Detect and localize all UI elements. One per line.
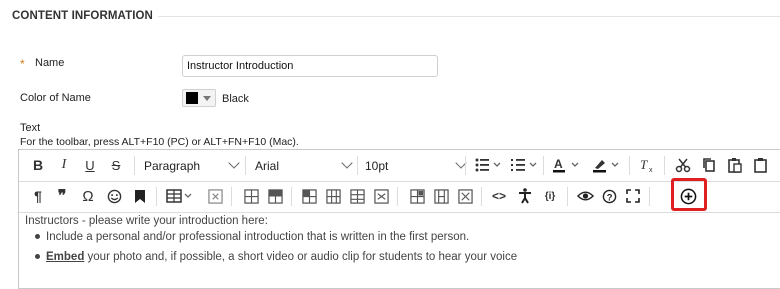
fullscreen-icon[interactable] (623, 187, 643, 205)
required-marker: * (20, 57, 25, 71)
text-label: Text (20, 122, 41, 134)
toolbar-separator (465, 156, 466, 175)
toolbar-hint: For the toolbar, press ALT+F10 (PC) or A… (20, 136, 299, 148)
toolbar-separator (357, 156, 358, 175)
toolbar-separator (481, 187, 482, 206)
bullet-dot (35, 254, 40, 260)
toolbar-separator (397, 187, 398, 206)
section-title: CONTENT INFORMATION (12, 10, 153, 22)
highlight-color-icon[interactable] (591, 156, 623, 174)
paste-icon[interactable] (725, 156, 745, 174)
toolbar-row-2: ¶ ❞ Ω <> {i} ? (19, 181, 780, 213)
color-swatch (186, 92, 198, 104)
numbered-list-icon[interactable] (509, 156, 539, 174)
source-code-icon[interactable]: <> (489, 187, 509, 205)
table-delete-icon[interactable] (205, 187, 225, 205)
svg-text:x: x (649, 167, 653, 173)
table-insert-column-before-icon[interactable] (323, 187, 343, 205)
bold-icon[interactable]: B (29, 156, 47, 174)
bullet-dot (35, 234, 40, 240)
highlight-annotation (671, 178, 707, 211)
toolbar-separator (649, 187, 650, 206)
color-picker-button[interactable] (182, 89, 216, 107)
toolbar-separator (664, 156, 665, 175)
bullet-list-icon[interactable] (473, 156, 503, 174)
table-merge-cells-icon[interactable] (431, 187, 451, 205)
embed-link[interactable]: Embed (46, 251, 84, 263)
toolbar-separator (543, 156, 544, 175)
svg-text:?: ? (606, 192, 612, 202)
chevron-down-icon (228, 157, 240, 169)
help-icon[interactable]: ? (599, 187, 619, 205)
toolbar-separator (291, 187, 292, 206)
svg-text:T: T (640, 157, 648, 172)
table-cell-props-icon[interactable] (455, 187, 475, 205)
list-item-text: Include a personal and/or professional i… (46, 231, 470, 243)
underline-icon[interactable]: U (81, 156, 99, 174)
table-split-cell-icon[interactable] (407, 187, 427, 205)
cut-icon[interactable] (673, 156, 693, 174)
font-size-select[interactable]: 10pt (365, 154, 467, 177)
special-character-icon[interactable]: Ω (79, 187, 97, 205)
name-label: Name (35, 57, 65, 69)
svg-text:A: A (554, 157, 563, 171)
font-family-select[interactable]: Arial (255, 154, 355, 177)
toolbar-separator (245, 156, 246, 175)
clear-formatting-icon[interactable]: Tx (637, 156, 657, 174)
table-insert-row-before-icon[interactable] (241, 187, 261, 205)
color-value-text: Black (222, 93, 249, 105)
table-insert-column-after-icon[interactable] (347, 187, 367, 205)
toolbar-separator (629, 156, 630, 175)
list-item-text: your photo and, if possible, a short vid… (84, 251, 518, 263)
paragraph-format-value: Paragraph (144, 158, 201, 173)
preview-icon[interactable] (575, 187, 595, 205)
paragraph-format-select[interactable]: Paragraph (144, 154, 244, 177)
math-formula-icon[interactable]: {i} (539, 187, 561, 205)
toolbar-separator (231, 187, 232, 206)
intro-text: Instructors - please write your introduc… (25, 215, 268, 227)
strikethrough-icon[interactable]: S (107, 156, 125, 174)
emoticon-icon[interactable] (105, 187, 123, 205)
chevron-down-icon (341, 157, 353, 169)
paste-text-icon[interactable] (751, 156, 771, 174)
copy-icon[interactable] (699, 156, 719, 174)
list-item: Embed your photo and, if possible, a sho… (35, 251, 517, 263)
table-delete-column-icon[interactable] (371, 187, 391, 205)
name-input[interactable] (182, 55, 438, 77)
font-color-icon[interactable]: A (551, 156, 583, 174)
paragraph-mark-icon[interactable]: ¶ (29, 187, 47, 205)
toolbar-separator (134, 156, 135, 175)
font-size-value: 10pt (365, 158, 389, 173)
font-family-value: Arial (255, 158, 280, 173)
toolbar-separator (156, 187, 157, 206)
italic-icon[interactable]: I (55, 156, 73, 174)
toolbar-separator (567, 187, 568, 206)
list-item: Include a personal and/or professional i… (35, 231, 469, 243)
table-insert-row-after-icon[interactable] (265, 187, 285, 205)
bookmark-icon[interactable] (131, 187, 149, 205)
color-label: Color of Name (20, 92, 91, 104)
chevron-down-icon (203, 95, 211, 101)
table-icon[interactable] (165, 187, 195, 205)
section-divider (158, 16, 780, 17)
blockquote-icon[interactable]: ❞ (53, 187, 71, 205)
table-delete-row-icon[interactable] (299, 187, 319, 205)
toolbar-row-1: B I U S Paragraph Arial 10pt A T x (19, 150, 780, 182)
accessibility-icon[interactable] (515, 187, 535, 205)
